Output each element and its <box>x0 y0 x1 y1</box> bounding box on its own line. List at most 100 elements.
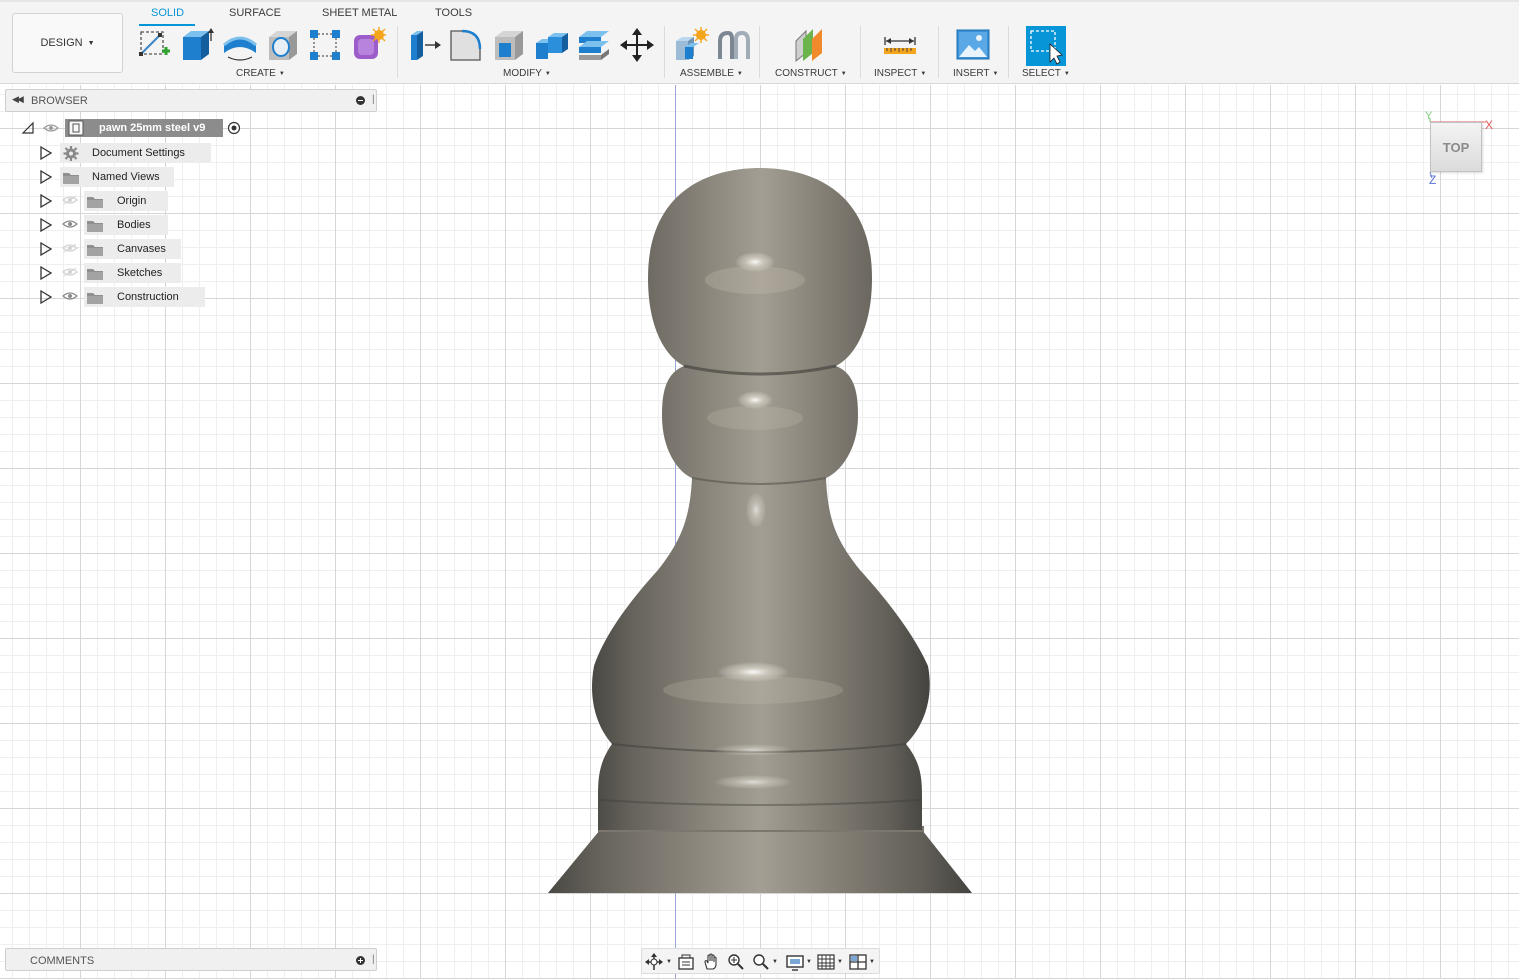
chevron-down-icon: ▼ <box>87 39 95 47</box>
folder-icon <box>63 173 79 184</box>
zoom-window-button[interactable] <box>727 953 745 971</box>
combine-icon <box>536 33 568 59</box>
inspect-menu[interactable]: INSPECT ▼ <box>874 68 926 79</box>
extrude-icon <box>183 28 214 60</box>
axis-y-label: Y <box>1425 110 1433 122</box>
sketch-icon <box>139 31 170 56</box>
minimize-icon[interactable] <box>356 96 365 105</box>
select-button[interactable] <box>1026 26 1066 66</box>
pan-button[interactable] <box>702 953 720 971</box>
eye-icon[interactable] <box>62 291 78 301</box>
toolbar-divider <box>397 26 398 78</box>
construct-menu[interactable]: CONSTRUCT ▼ <box>775 68 847 79</box>
activate-radio-icon[interactable] <box>227 121 241 135</box>
expand-triangle-icon[interactable] <box>39 218 53 232</box>
chevron-down-icon[interactable]: ▼ <box>869 959 875 965</box>
extrude-button[interactable] <box>179 27 215 63</box>
eye-icon[interactable] <box>62 219 78 229</box>
form-icon <box>354 27 386 59</box>
display-settings-button[interactable] <box>786 953 804 971</box>
zoom-button[interactable] <box>752 953 770 971</box>
offset-plane-icon <box>579 31 609 60</box>
browser-title: BROWSER <box>31 95 88 107</box>
workspace-dropdown[interactable]: DESIGN ▼ <box>12 13 123 73</box>
chevron-down-icon[interactable]: ▼ <box>666 959 672 965</box>
collapse-panel-icon[interactable]: ◀◀ <box>12 94 24 105</box>
offset-faces-button[interactable] <box>576 27 612 63</box>
form-button[interactable] <box>350 27 386 63</box>
chevron-down-icon: ▼ <box>992 71 999 77</box>
combine-button[interactable] <box>534 27 570 63</box>
move-copy-button[interactable] <box>619 27 655 63</box>
modify-menu-label: MODIFY <box>503 68 542 79</box>
modify-menu[interactable]: MODIFY ▼ <box>503 68 551 79</box>
chevron-down-icon[interactable]: ▼ <box>837 959 843 965</box>
joint-button[interactable] <box>716 27 752 63</box>
browser-panel-header[interactable]: ◀◀ BROWSER | <box>5 89 377 112</box>
hole-button[interactable] <box>265 27 301 63</box>
pattern-button[interactable] <box>307 27 343 63</box>
browser-item-sketches[interactable]: Sketches <box>36 263 216 283</box>
press-pull-button[interactable] <box>405 27 441 63</box>
chevron-down-icon[interactable]: ▼ <box>806 959 812 965</box>
assemble-menu[interactable]: ASSEMBLE ▼ <box>680 68 743 79</box>
browser-item-document-settings[interactable]: Document Settings <box>36 143 216 163</box>
tab-tools[interactable]: TOOLS <box>435 7 472 19</box>
select-menu[interactable]: SELECT ▼ <box>1022 68 1070 79</box>
pin-icon[interactable]: | <box>372 94 375 105</box>
comments-panel[interactable]: COMMENTS | <box>5 948 377 971</box>
expand-triangle-icon[interactable] <box>39 290 53 304</box>
tab-solid[interactable]: SOLID <box>151 7 184 19</box>
eye-hidden-icon[interactable] <box>62 267 78 277</box>
press-pull-icon <box>411 31 441 60</box>
display-settings-icon <box>786 955 804 971</box>
measure-button[interactable] <box>882 27 918 63</box>
construct-plane-button[interactable] <box>792 27 828 63</box>
expand-triangle-icon[interactable] <box>39 266 53 280</box>
zoom-window-icon <box>728 954 744 970</box>
pattern-icon <box>310 30 340 60</box>
insert-menu[interactable]: INSERT ▼ <box>953 68 998 79</box>
fillet-icon <box>450 29 482 61</box>
add-comment-icon[interactable] <box>356 956 365 965</box>
viewcube[interactable]: Y X Z TOP <box>1418 110 1500 192</box>
collapse-triangle-icon[interactable] <box>21 121 35 135</box>
browser-item-construction[interactable]: Construction <box>36 287 216 307</box>
insert-image-icon <box>956 29 990 60</box>
viewcube-top-face[interactable]: TOP <box>1430 122 1482 172</box>
eye-hidden-icon[interactable] <box>62 195 78 205</box>
revolve-button[interactable] <box>222 27 258 63</box>
pan-icon <box>704 953 717 970</box>
new-component-icon <box>676 27 709 60</box>
expand-triangle-icon[interactable] <box>39 242 53 256</box>
toolbar-divider <box>860 26 861 78</box>
new-component-button[interactable] <box>673 27 709 63</box>
expand-triangle-icon[interactable] <box>39 146 53 160</box>
browser-item-bodies[interactable]: Bodies <box>36 215 216 235</box>
expand-triangle-icon[interactable] <box>39 194 53 208</box>
create-sketch-button[interactable] <box>136 27 172 63</box>
chevron-down-icon[interactable]: ▼ <box>772 959 778 965</box>
browser-item-canvases[interactable]: Canvases <box>36 239 216 259</box>
browser-item-origin[interactable]: Origin <box>36 191 216 211</box>
browser-item-named-views[interactable]: Named Views <box>36 167 216 187</box>
eye-icon[interactable] <box>43 123 59 133</box>
insert-canvas-button[interactable] <box>955 27 991 63</box>
expand-triangle-icon[interactable] <box>39 170 53 184</box>
pawn-model[interactable] <box>540 160 980 900</box>
eye-hidden-icon[interactable] <box>62 243 78 253</box>
orbit-button[interactable] <box>645 953 663 971</box>
chevron-down-icon: ▼ <box>278 71 285 77</box>
pin-icon[interactable]: | <box>372 954 375 965</box>
create-menu[interactable]: CREATE ▼ <box>236 68 285 79</box>
grid-settings-button[interactable] <box>817 953 835 971</box>
browser-item-label: Construction <box>117 291 179 303</box>
fillet-button[interactable] <box>448 27 484 63</box>
tab-sheet-metal[interactable]: SHEET METAL <box>322 7 397 19</box>
shell-button[interactable] <box>491 27 527 63</box>
viewports-button[interactable] <box>849 953 867 971</box>
tab-surface[interactable]: SURFACE <box>229 7 281 19</box>
viewcube-face-label: TOP <box>1442 139 1470 155</box>
browser-item-label: Named Views <box>92 171 160 183</box>
look-at-button[interactable] <box>677 953 695 971</box>
